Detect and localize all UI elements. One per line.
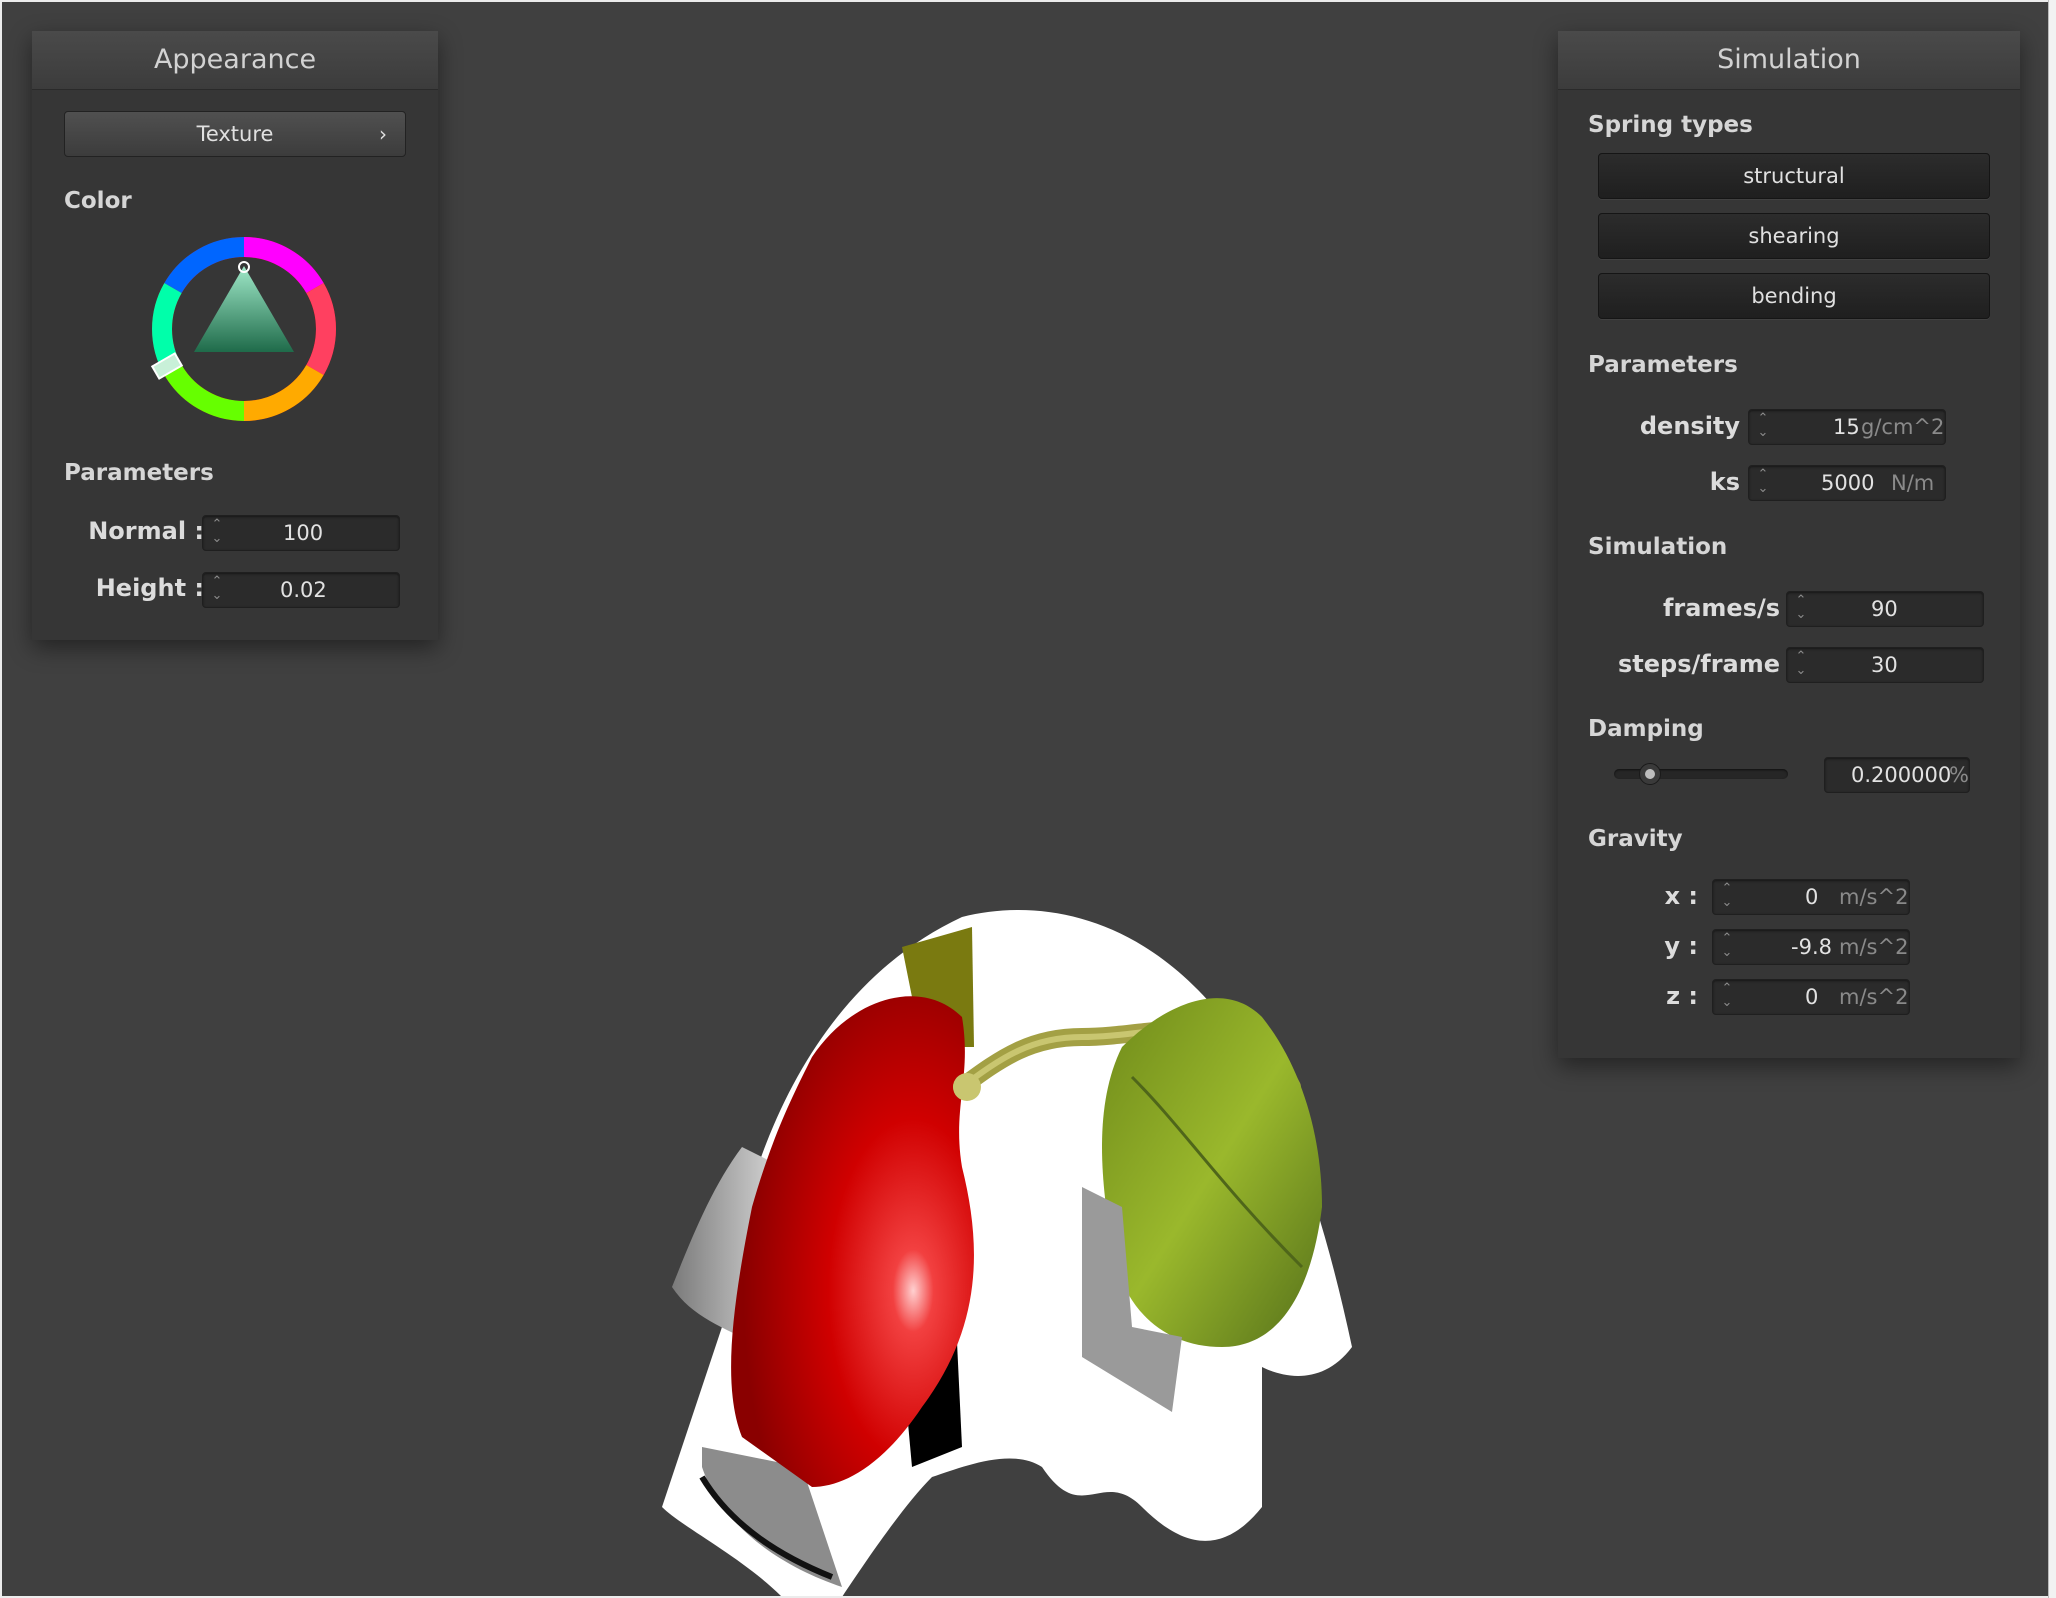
cloth-render[interactable] [662,907,1382,1596]
gravity-y-label: y : [1664,932,1698,960]
appearance-parameters-title: Parameters [64,460,214,486]
height-spinner[interactable]: ⌃ ⌄ 0.02 [202,572,400,608]
3d-viewport[interactable]: Appearance Texture › Color Parameters No… [2,2,2048,1596]
steps-spinner[interactable]: ⌃ ⌄ 30 [1786,647,1984,683]
spinner-arrows-icon[interactable]: ⌃ ⌄ [1755,468,1771,498]
gravity-x-value: 0 [1805,885,1819,909]
spinner-arrows-icon[interactable]: ⌃ ⌄ [1755,412,1771,442]
spinner-arrows-icon[interactable]: ⌃ ⌄ [1719,882,1735,912]
gravity-z-spinner[interactable]: ⌃ ⌄ 0 m/s^2 [1712,979,1910,1015]
damping-value: 0.200000 [1851,763,1952,787]
gravity-z-value: 0 [1805,985,1819,1009]
simulation-panel: Simulation Spring types structural shear… [1558,31,2020,1058]
color-wheel-icon[interactable] [149,234,339,424]
gravity-x-unit: m/s^2 [1839,885,1909,909]
simulation-subsection-title: Simulation [1588,534,1728,560]
normal-value: 100 [283,521,324,545]
normal-label: Normal : [88,517,204,545]
color-section-title: Color [64,188,132,214]
height-value: 0.02 [280,578,327,602]
fps-value: 90 [1871,597,1898,621]
gravity-y-spinner[interactable]: ⌃ ⌄ -9.8 m/s^2 [1712,929,1910,965]
texture-button[interactable]: Texture › [64,111,406,157]
gravity-x-label: x : [1664,882,1698,910]
ks-value: 5000 [1821,471,1875,495]
density-spinner[interactable]: ⌃ ⌄ 15 g/cm^2 [1748,409,1946,445]
height-label: Height : [95,574,204,602]
window-edge [2048,0,2056,1598]
density-value: 15 [1833,415,1860,439]
gravity-title: Gravity [1588,826,1683,852]
texture-label: Texture [196,122,274,146]
simulation-parameters-title: Parameters [1588,352,1738,378]
ks-unit: N/m [1891,471,1935,495]
fps-spinner[interactable]: ⌃ ⌄ 90 [1786,591,1984,627]
gravity-z-unit: m/s^2 [1839,985,1909,1009]
density-label: density : [1639,412,1758,440]
gravity-y-value: -9.8 [1791,935,1832,959]
damping-slider-handle[interactable] [1638,763,1661,785]
spinner-arrows-icon[interactable]: ⌃ ⌄ [1719,932,1735,962]
spinner-arrows-icon[interactable]: ⌃ ⌄ [1719,982,1735,1012]
spinner-arrows-icon[interactable]: ⌃ ⌄ [209,575,225,605]
normal-spinner[interactable]: ⌃ ⌄ 100 [202,515,400,551]
spring-types-title: Spring types [1588,112,1753,138]
steps-value: 30 [1871,653,1898,677]
slider-handle-dot [1644,769,1655,779]
ks-spinner[interactable]: ⌃ ⌄ 5000 N/m [1748,465,1946,501]
spinner-arrows-icon[interactable]: ⌃ ⌄ [1793,594,1809,624]
damping-title: Damping [1588,716,1704,742]
spinner-arrows-icon[interactable]: ⌃ ⌄ [1793,650,1809,680]
steps-label: steps/frame : [1618,650,1798,678]
structural-button[interactable]: structural [1598,153,1990,199]
shearing-button[interactable]: shearing [1598,213,1990,259]
density-unit: g/cm^2 [1861,415,1945,439]
chevron-right-icon: › [379,122,387,146]
panel-title[interactable]: Simulation [1558,31,2020,90]
gravity-z-label: z : [1666,982,1698,1010]
damping-slider[interactable] [1614,763,1788,785]
gravity-x-spinner[interactable]: ⌃ ⌄ 0 m/s^2 [1712,879,1910,915]
damping-unit: % [1949,763,1969,787]
spinner-arrows-icon[interactable]: ⌃ ⌄ [209,518,225,548]
ks-label: ks : [1709,468,1758,496]
appearance-panel: Appearance Texture › Color Parameters No… [32,31,438,640]
fps-label: frames/s : [1662,594,1798,622]
gravity-y-unit: m/s^2 [1839,935,1909,959]
damping-value-box[interactable]: 0.200000 % [1824,757,1970,793]
panel-title[interactable]: Appearance [32,31,438,90]
bending-button[interactable]: bending [1598,273,1990,319]
